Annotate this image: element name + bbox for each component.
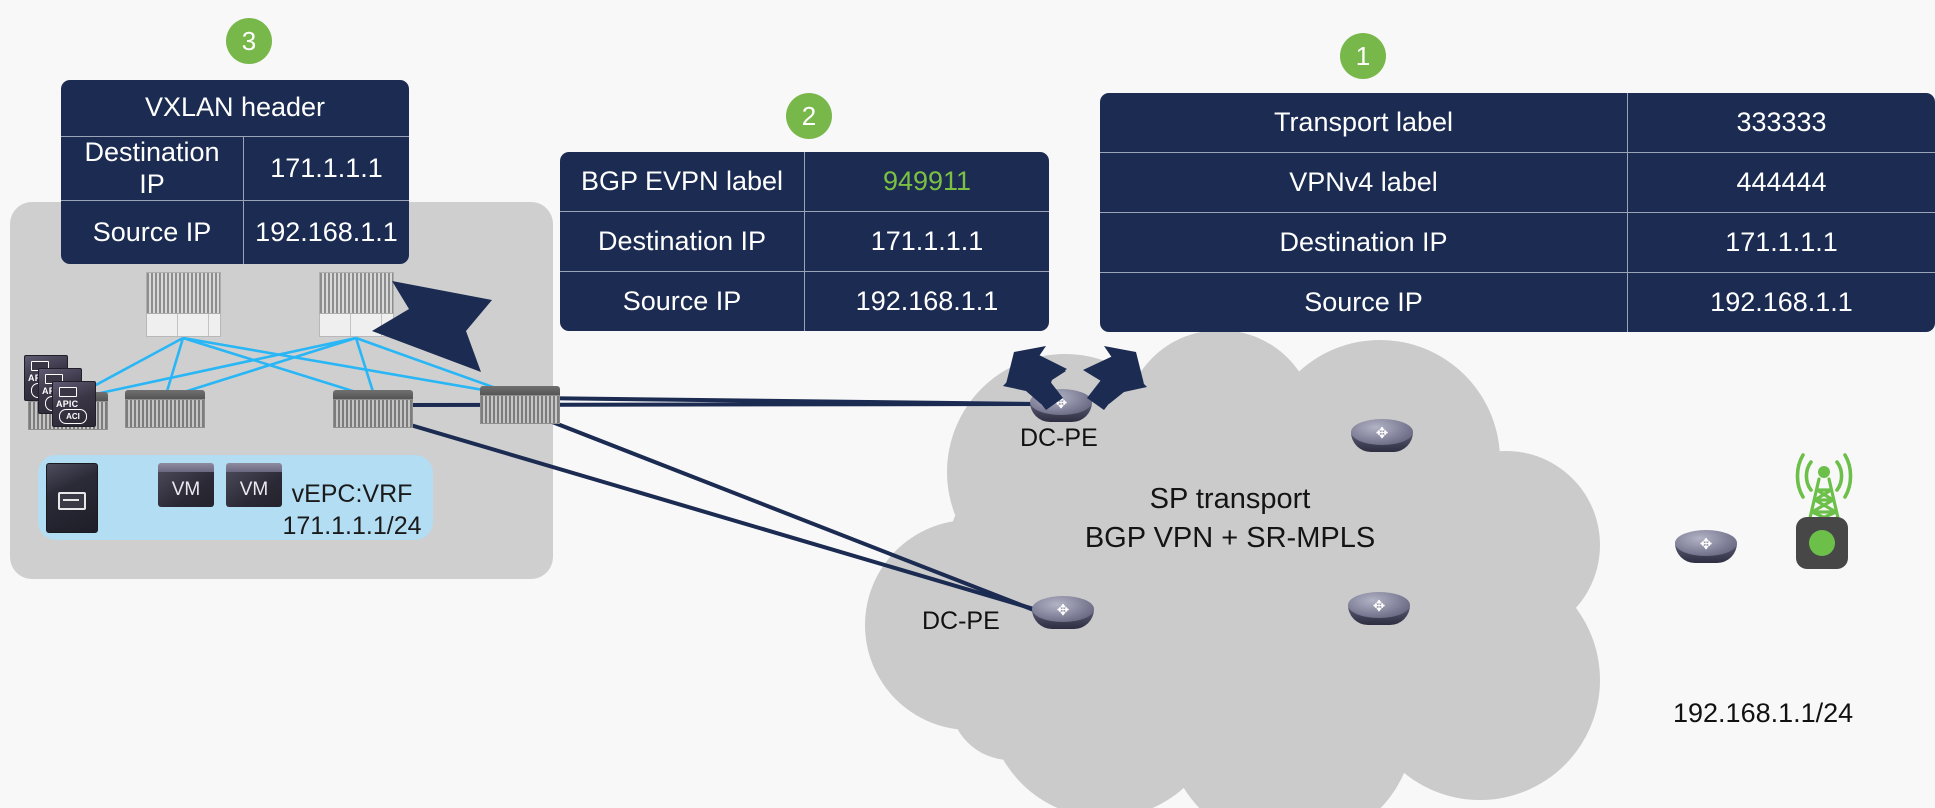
router-arrows-icon: ✥ (1375, 424, 1389, 442)
row-key: Destination IP (560, 212, 805, 271)
row-value: 171.1.1.1 (870, 225, 984, 256)
apic-controller-icon: APIC ACI (52, 381, 96, 427)
leaf-lid (480, 386, 560, 395)
mobile-device-indicator (1809, 530, 1835, 556)
table-row: Destination IP 171.1.1.1 (61, 136, 409, 200)
vxlan-table-title: VXLAN header (144, 92, 326, 123)
router-arrows-icon: ✥ (1056, 601, 1070, 619)
spine-switch (146, 272, 221, 337)
server-chassis (46, 463, 98, 533)
mobile-device-icon (1796, 517, 1848, 569)
sp-transport-line2: BGP VPN + SR-MPLS (1084, 522, 1376, 555)
table-row: VXLAN header (61, 80, 409, 136)
vm-label: VM (158, 472, 214, 507)
step-badge-3: 3 (226, 18, 272, 64)
step-badge-2: 2 (786, 93, 832, 139)
vm-top-face (158, 463, 214, 472)
spine-switch (319, 272, 394, 337)
server-led-icon (58, 492, 86, 510)
mobile-ip-label: 192.168.1.1/24 (1673, 698, 1854, 728)
row-key: Source IP (61, 201, 244, 264)
leaf-switch (333, 390, 413, 428)
vm-icon: VM (158, 463, 214, 507)
table-row: BGP EVPN label 949911 (560, 152, 1049, 211)
row-value: 949911 (882, 165, 972, 196)
dc-pe-router-bottom: ✥ (1032, 596, 1094, 638)
p-router-upper-right: ✥ (1351, 419, 1413, 461)
apic-controller-cluster: APIC ACI APIC ACI APIC ACI (24, 355, 96, 427)
row-value: 192.168.1.1 (1710, 286, 1853, 317)
row-key: BGP EVPN label (560, 152, 805, 211)
table-row: Destination IP 171.1.1.1 (1100, 212, 1935, 272)
dc-pe-bottom-label: DC-PE (922, 607, 1000, 635)
table-row: VPNv4 label 444444 (1100, 152, 1935, 212)
row-key: Source IP (560, 272, 805, 331)
row-value: 333333 (1736, 106, 1827, 137)
vrf-name: vEPC:VRF (291, 480, 413, 508)
sp-transport-cloud (865, 330, 1600, 808)
row-value: 444444 (1736, 166, 1827, 197)
spine-chassis (319, 314, 394, 337)
spine-port-panel (319, 272, 394, 314)
bgp-evpn-header-table: BGP EVPN label 949911 Destination IP 171… (560, 152, 1049, 331)
aci-badge: ACI (59, 409, 87, 424)
row-key: Destination IP (61, 137, 244, 200)
leaf-lid (333, 390, 413, 399)
leaf-port-panel (480, 395, 560, 424)
row-key: Destination IP (1100, 213, 1628, 272)
spine-port-panel (146, 272, 221, 314)
row-value: 171.1.1.1 (270, 152, 383, 183)
table-row: Destination IP 171.1.1.1 (560, 211, 1049, 271)
router-arrows-icon: ✥ (1054, 394, 1068, 412)
border-leaf-switch (480, 386, 560, 424)
table-row: Transport label 333333 (1100, 93, 1935, 152)
leaf-port-panel (125, 399, 205, 428)
leaf-lid (125, 390, 205, 399)
table-row: Source IP 192.168.1.1 (560, 271, 1049, 331)
server-icon (46, 463, 98, 533)
row-value: 192.168.1.1 (255, 216, 398, 247)
p-router-far-right: ✥ (1675, 530, 1737, 572)
table-row: Source IP 192.168.1.1 (61, 200, 409, 264)
apic-chip-icon (59, 387, 77, 397)
row-key: Transport label (1100, 93, 1628, 152)
row-key: Source IP (1100, 273, 1628, 332)
vepc-vrf-label-block: vEPC:VRF 171.1.1.1/24 (262, 478, 442, 542)
leaf-switch (125, 390, 205, 428)
row-key: VPNv4 label (1100, 153, 1628, 212)
row-value: 171.1.1.1 (1725, 226, 1838, 257)
router-arrows-icon: ✥ (1699, 535, 1713, 553)
transport-header-table: Transport label 333333 VPNv4 label 44444… (1100, 93, 1935, 332)
step-badge-1: 1 (1340, 33, 1386, 79)
dc-pe-top-label: DC-PE (1020, 424, 1098, 452)
vrf-subnet: 171.1.1.1/24 (282, 512, 422, 540)
vm-top-face (226, 463, 282, 472)
spine-chassis (146, 314, 221, 337)
table-row: Source IP 192.168.1.1 (1100, 272, 1935, 332)
sp-transport-line1: SP transport (1149, 483, 1311, 515)
vxlan-header-table: VXLAN header Destination IP 171.1.1.1 So… (61, 80, 409, 264)
leaf-port-panel (333, 399, 413, 428)
row-value: 192.168.1.1 (855, 285, 999, 316)
diagram-canvas: 3 2 1 VXLAN header Destination IP 171.1.… (0, 0, 1935, 808)
p-router-lower-right: ✥ (1348, 592, 1410, 634)
router-arrows-icon: ✥ (1372, 597, 1386, 615)
apic-label: APIC (56, 399, 79, 409)
sp-transport-label-block: SP transport BGP VPN + SR-MPLS (1020, 480, 1440, 558)
